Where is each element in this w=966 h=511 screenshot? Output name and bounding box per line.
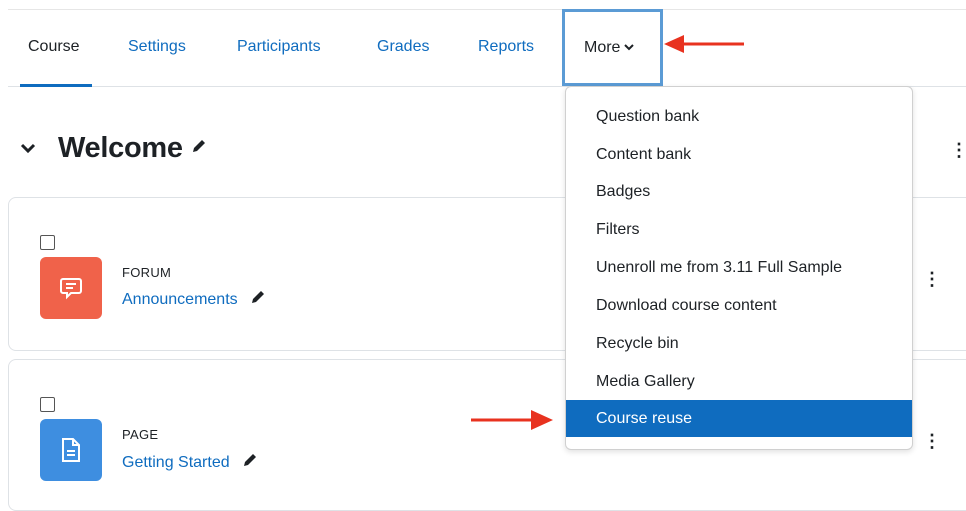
activity-type-label: PAGE	[122, 427, 159, 442]
edit-pencil-icon[interactable]	[250, 289, 266, 305]
menu-item-badges[interactable]: Badges	[566, 173, 912, 210]
tab-settings[interactable]: Settings	[128, 30, 186, 86]
forum-icon	[40, 257, 102, 319]
menu-item-course-reuse[interactable]: Course reuse	[566, 400, 912, 437]
section-collapse-chevron-icon[interactable]	[20, 138, 40, 159]
activity-name-link[interactable]: Announcements	[122, 289, 266, 309]
menu-item-recycle-bin[interactable]: Recycle bin	[566, 325, 912, 362]
activity-name: Announcements	[122, 291, 238, 308]
tab-participants[interactable]: Participants	[237, 30, 321, 86]
page-icon	[40, 419, 102, 481]
menu-item-media-gallery[interactable]: Media Gallery	[566, 363, 912, 400]
activity-kebab-menu-icon[interactable]: ⋮	[923, 432, 941, 450]
course-secondary-nav: Course Settings Participants Grades Repo…	[8, 30, 966, 87]
activity-checkbox[interactable]	[40, 235, 55, 250]
menu-item-content-bank[interactable]: Content bank	[566, 136, 912, 173]
tab-course[interactable]: Course	[20, 30, 92, 87]
edit-pencil-icon[interactable]	[191, 138, 207, 159]
more-tab-highlight-box	[562, 9, 663, 86]
menu-item-unenroll[interactable]: Unenroll me from 3.11 Full Sample	[566, 249, 912, 286]
menu-item-question-bank[interactable]: Question bank	[566, 98, 912, 135]
section-title: Welcome	[58, 132, 183, 164]
section-kebab-menu-icon[interactable]: ⋮	[950, 141, 966, 159]
activity-name: Getting Started	[122, 454, 230, 471]
activity-checkbox[interactable]	[40, 397, 55, 412]
tab-grades[interactable]: Grades	[377, 30, 429, 86]
menu-item-download-course-content[interactable]: Download course content	[566, 287, 912, 324]
edit-pencil-icon[interactable]	[242, 452, 258, 468]
annotation-arrow-course-reuse	[471, 410, 553, 430]
activity-type-label: FORUM	[122, 265, 172, 280]
top-divider	[8, 9, 966, 10]
annotation-arrow-more	[664, 35, 744, 53]
more-dropdown-menu: Question bank Content bank Badges Filter…	[565, 86, 913, 450]
activity-kebab-menu-icon[interactable]: ⋮	[923, 270, 941, 288]
tab-reports[interactable]: Reports	[478, 30, 534, 86]
menu-item-filters[interactable]: Filters	[566, 211, 912, 248]
section-header: Welcome	[20, 132, 207, 165]
activity-name-link[interactable]: Getting Started	[122, 452, 258, 472]
